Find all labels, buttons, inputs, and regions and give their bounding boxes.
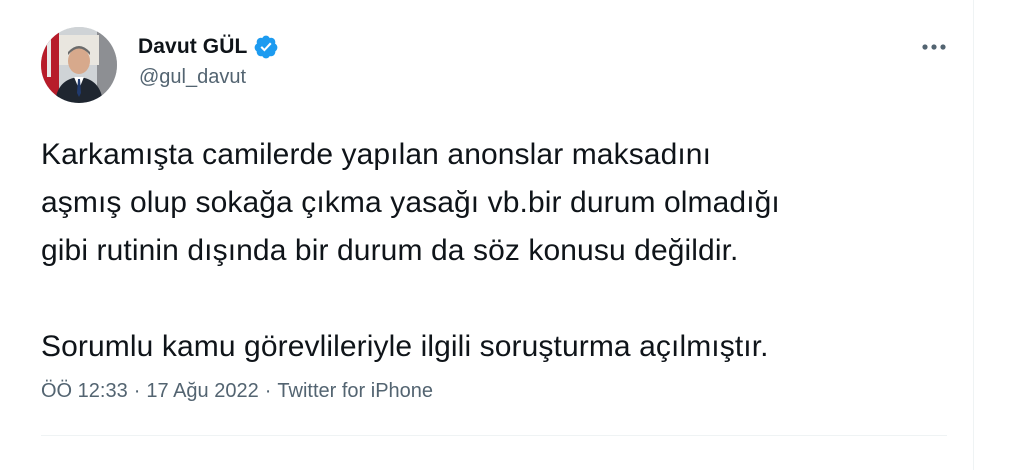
tweet-paragraph: Karkamışta camilerde yapılan anonslar ma… bbox=[41, 138, 780, 267]
tweet-meta: ÖÖ 12:33 · 17 Ağu 2022 · Twitter for iPh… bbox=[41, 380, 433, 403]
verified-badge-icon bbox=[253, 34, 279, 60]
meta-separator: · bbox=[264, 380, 272, 402]
tweet-time[interactable]: ÖÖ 12:33 bbox=[41, 380, 128, 403]
avatar[interactable] bbox=[41, 27, 117, 103]
tweet-date[interactable]: 17 Ağu 2022 bbox=[146, 380, 258, 403]
author-name[interactable]: Davut GÜL bbox=[138, 35, 247, 59]
tweet-card: Davut GÜL @gul_davut Karkamışta camilerd… bbox=[0, 0, 1018, 470]
more-horizontal-icon bbox=[922, 44, 946, 50]
divider bbox=[41, 435, 947, 436]
tweet-source[interactable]: Twitter for iPhone bbox=[277, 380, 433, 403]
tweet-paragraph: Sorumlu kamu görevlileriyle ilgili soruş… bbox=[41, 330, 769, 363]
author-name-row: Davut GÜL bbox=[138, 34, 279, 60]
more-options-button[interactable] bbox=[914, 32, 954, 62]
tweet-text: Karkamışta camilerde yapılan anonslar ma… bbox=[41, 131, 941, 371]
column-border bbox=[973, 0, 974, 470]
person-portrait-avatar-icon bbox=[41, 27, 117, 103]
meta-separator: · bbox=[133, 380, 141, 402]
author-handle[interactable]: @gul_davut bbox=[139, 66, 246, 89]
